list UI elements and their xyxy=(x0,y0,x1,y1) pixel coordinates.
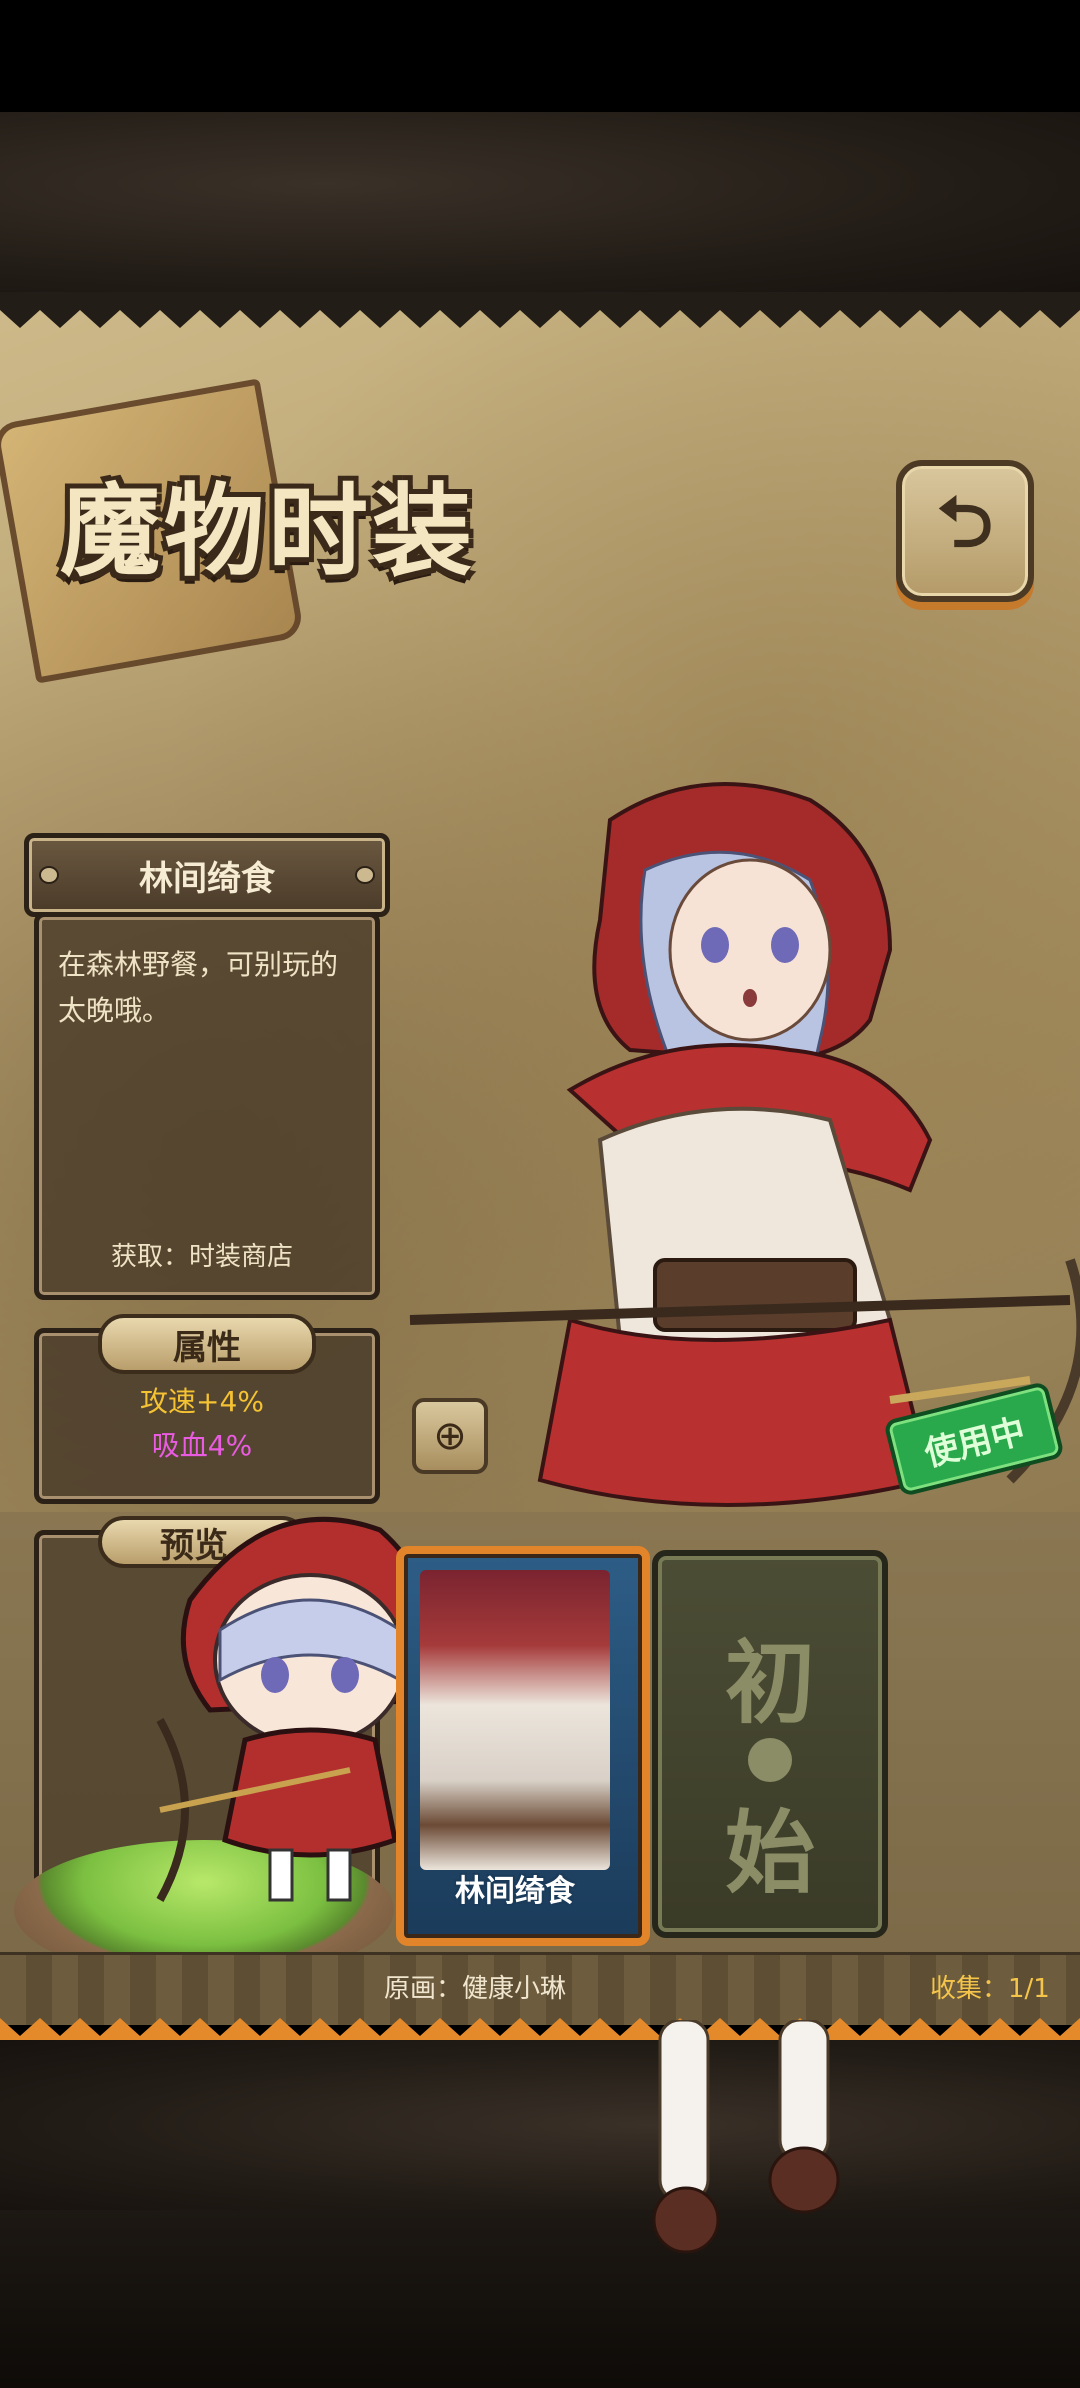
attributes-header: 属性 xyxy=(98,1314,316,1374)
costume-name: 林间绮食 xyxy=(139,858,275,899)
rivet-decoration xyxy=(355,866,375,884)
page-title: 魔物时装 xyxy=(60,472,476,590)
return-arrow-icon: ⮌ xyxy=(936,480,994,563)
status-bar-area xyxy=(0,0,1080,112)
card-label-bottom: 始 xyxy=(725,1800,815,1906)
collection-count: 收集：1/1 xyxy=(930,1974,1050,2004)
costume-name-plate: 林间绮食 xyxy=(24,833,390,917)
zoom-button[interactable]: ⊕ xyxy=(412,1398,488,1474)
card-label-top: 初 xyxy=(725,1630,815,1736)
card-portrait xyxy=(420,1570,610,1870)
card-dot-decoration xyxy=(748,1738,792,1782)
artist-credit: 原画：健康小琳 xyxy=(384,1974,567,2004)
back-button[interactable]: ⮌ xyxy=(896,460,1034,602)
costume-description: 在森林野餐，可别玩的太晚哦。 xyxy=(58,948,339,1027)
stone-background-top xyxy=(0,112,1080,292)
attack-speed-bonus: 攻速+4% xyxy=(140,1385,264,1418)
stone-background-bottom xyxy=(0,2040,1080,2210)
bottom-dark-area xyxy=(0,2210,1080,2388)
card-label: 林间绮食 xyxy=(455,1874,575,1909)
rivet-decoration xyxy=(39,866,59,884)
character-legs-overflow xyxy=(652,2020,840,2254)
acquire-source: 获取：时装商店 xyxy=(110,1242,293,1272)
zigzag-top-edge xyxy=(0,292,1080,328)
lifesteal-bonus: 吸血4% xyxy=(151,1429,253,1462)
magnifier-icon: ⊕ xyxy=(433,1413,467,1459)
